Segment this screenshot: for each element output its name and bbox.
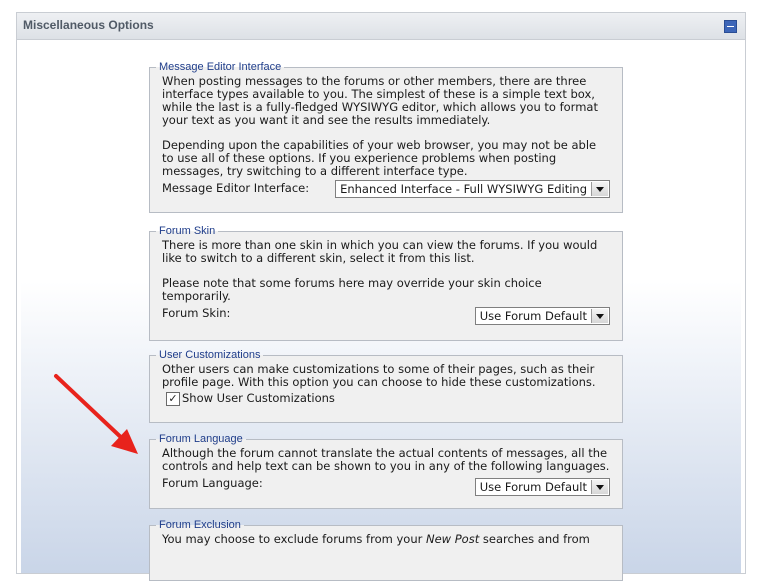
red-arrow-icon — [54, 374, 138, 454]
